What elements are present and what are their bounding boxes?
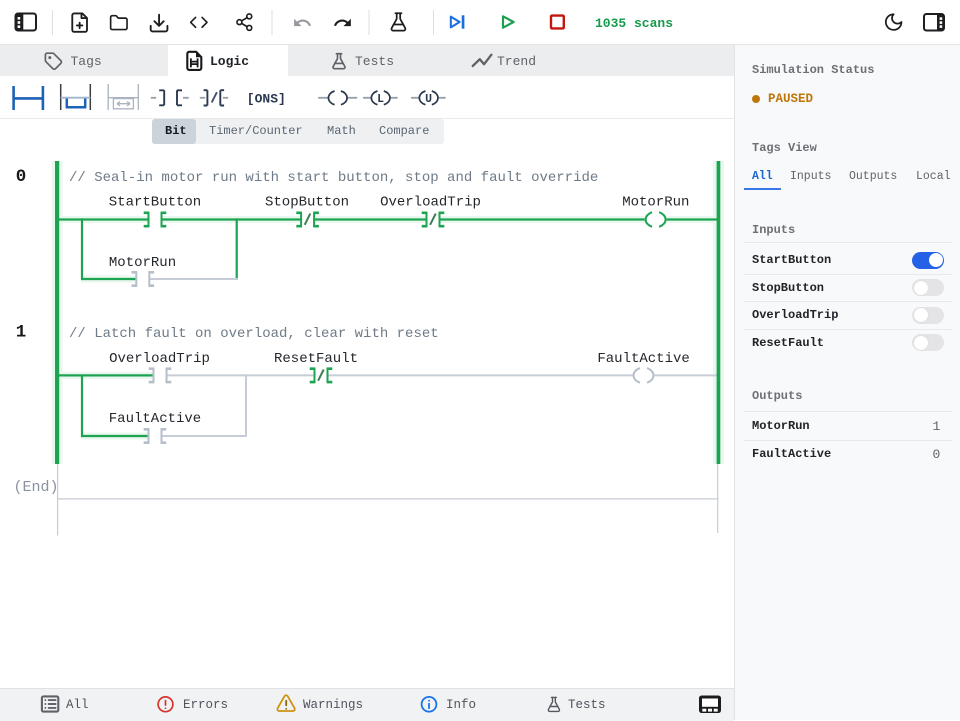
svg-text:1: 1 <box>16 322 27 342</box>
svg-text:L: L <box>377 93 384 106</box>
svg-text:StopButton: StopButton <box>265 194 349 210</box>
svg-text:ResetFault: ResetFault <box>274 351 358 367</box>
svg-text:(End): (End) <box>14 479 59 496</box>
svg-text:MotorRun: MotorRun <box>109 255 176 271</box>
svg-text:FaultActive: FaultActive <box>597 351 689 367</box>
svg-text:StartButton: StartButton <box>109 194 201 210</box>
svg-text:MotorRun: MotorRun <box>622 194 689 210</box>
svg-text:// Latch fault on overload, cl: // Latch fault on overload, clear with r… <box>69 326 439 342</box>
svg-text:U: U <box>425 93 432 106</box>
svg-text:OverloadTrip: OverloadTrip <box>380 194 481 210</box>
svg-text:// Seal-in motor run with star: // Seal-in motor run with start button, … <box>69 170 598 186</box>
svg-text:0: 0 <box>16 167 27 187</box>
svg-text:[ONS]: [ONS] <box>247 92 286 107</box>
svg-text:OverloadTrip: OverloadTrip <box>109 351 210 367</box>
svg-text:FaultActive: FaultActive <box>109 411 201 427</box>
